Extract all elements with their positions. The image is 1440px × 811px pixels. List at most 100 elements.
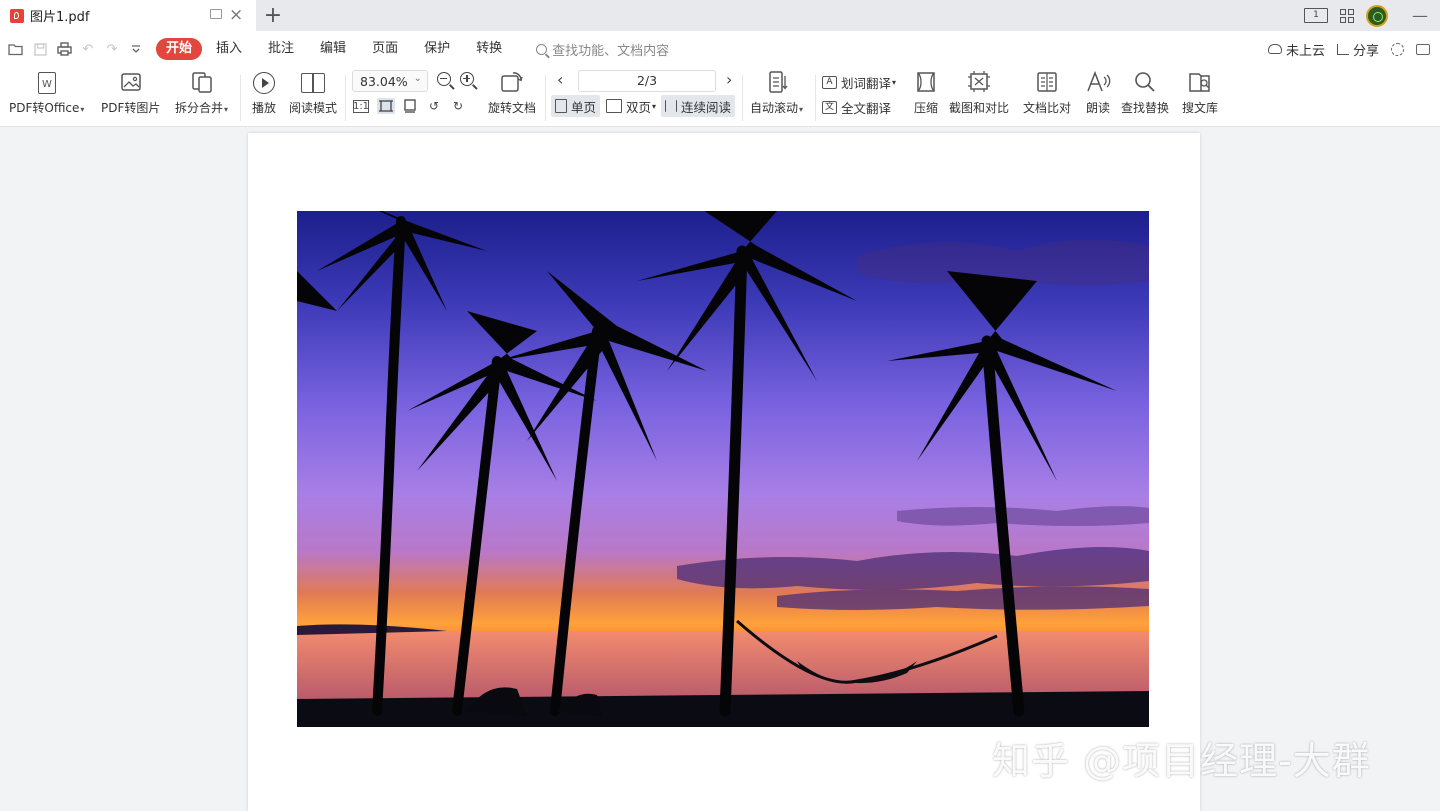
- search-library-button[interactable]: 搜文库: [1182, 70, 1218, 115]
- pdf-to-image-icon: [120, 71, 142, 96]
- menu-annotate[interactable]: 批注: [256, 38, 306, 60]
- double-page-icon: [606, 99, 622, 113]
- app-grid-icon[interactable]: [1340, 8, 1354, 23]
- read-mode-label: 阅读模式: [289, 101, 338, 115]
- share-label: 分享: [1352, 43, 1379, 59]
- pdf-to-office-icon: W: [37, 72, 56, 94]
- menu-edit[interactable]: 编辑: [308, 38, 358, 60]
- gear-icon: [1391, 42, 1404, 56]
- menu-page[interactable]: 页面: [360, 38, 410, 60]
- main-menu: 开始 插入 批注 编辑 页面 保护 转换: [156, 38, 516, 60]
- read-aloud-button[interactable]: 朗读: [1083, 70, 1113, 115]
- find-replace-button[interactable]: 查找替换: [1121, 70, 1169, 115]
- reading-layout-icon[interactable]: 1: [1304, 8, 1328, 23]
- document-tab[interactable]: 图片1.pdf ×: [0, 0, 256, 31]
- document-compare-button[interactable]: 文档比对: [1023, 70, 1071, 115]
- full-translate-icon: 文: [822, 101, 837, 114]
- feedback-button[interactable]: [1416, 43, 1430, 55]
- document-compare-icon: [1035, 70, 1059, 97]
- full-translate-button[interactable]: 文 全文翻译: [822, 98, 891, 117]
- split-merge-icon: [190, 70, 214, 97]
- fit-page-icon[interactable]: [377, 98, 395, 114]
- document-canvas[interactable]: [0, 127, 1440, 811]
- cloud-status-label: 未上云: [1285, 43, 1325, 59]
- message-icon: [1416, 43, 1430, 55]
- compress-label: 压缩: [913, 101, 938, 115]
- word-translate-icon: A: [822, 76, 837, 89]
- screenshot-compare-icon: [966, 70, 992, 97]
- share-button[interactable]: 分享: [1336, 40, 1379, 59]
- document-compare-label: 文档比对: [1023, 101, 1072, 115]
- page-number-input[interactable]: 2/3: [578, 70, 716, 92]
- customize-dropdown-icon[interactable]: [124, 38, 148, 60]
- cloud-icon: [1267, 44, 1282, 54]
- tab-title: 图片1.pdf: [30, 10, 90, 25]
- double-page-label: 双页: [626, 99, 652, 115]
- undo-icon[interactable]: ↶: [76, 38, 100, 60]
- magnifier-icon: [1133, 70, 1157, 97]
- redo-icon[interactable]: ↷: [100, 38, 124, 60]
- compress-icon: [915, 70, 937, 97]
- zoom-level-value: 83.04%: [360, 73, 408, 89]
- rotate-right-icon[interactable]: ↻: [449, 98, 467, 114]
- auto-scroll-button[interactable]: 自动滚动▾: [750, 70, 803, 117]
- play-button[interactable]: 播放: [249, 70, 279, 115]
- user-avatar[interactable]: [1366, 4, 1388, 27]
- full-translate-label: 全文翻译: [841, 101, 892, 116]
- actual-size-button[interactable]: 1:1: [353, 100, 369, 113]
- continuous-read-button[interactable]: 连续阅读: [661, 95, 736, 117]
- print-icon[interactable]: [52, 38, 76, 60]
- share-icon: [1336, 43, 1349, 55]
- reading-layout-badge: 1: [1313, 10, 1319, 20]
- compress-button[interactable]: 压缩: [911, 70, 941, 115]
- menu-insert[interactable]: 插入: [204, 38, 254, 60]
- read-mode-button[interactable]: 阅读模式: [289, 70, 337, 115]
- save-icon[interactable]: [28, 38, 52, 60]
- menu-bar: ↶ ↷ 开始 插入 批注 编辑 页面 保护 转换 查找功能、文档内容 未上云 分…: [0, 31, 1440, 67]
- double-page-button[interactable]: 双页 ▾: [602, 95, 660, 117]
- toolbar-divider: [815, 75, 816, 121]
- split-merge-label: 拆分合并: [175, 101, 224, 115]
- cloud-status-button[interactable]: 未上云: [1267, 40, 1325, 59]
- single-page-button[interactable]: 单页: [551, 95, 601, 117]
- screenshot-compare-label: 截图和对比: [949, 101, 1010, 115]
- pdf-to-office-button[interactable]: W PDF转Office▾: [9, 70, 84, 117]
- next-page-button[interactable]: ›: [726, 70, 732, 90]
- word-translate-button[interactable]: A 划词翻译 ▾: [822, 73, 896, 92]
- settings-button[interactable]: [1391, 42, 1404, 56]
- pdf-to-image-label: PDF转图片: [101, 101, 161, 115]
- minimize-button[interactable]: —: [1400, 6, 1440, 25]
- rotate-left-icon[interactable]: ↺: [425, 98, 443, 114]
- zoom-level-select[interactable]: 83.04% ⌄: [352, 70, 428, 92]
- rotate-document-icon: [499, 70, 525, 97]
- previous-page-button[interactable]: ‹: [557, 70, 563, 90]
- auto-scroll-label: 自动滚动: [750, 101, 799, 115]
- menu-convert[interactable]: 转换: [464, 38, 514, 60]
- rotate-document-button[interactable]: 旋转文档: [488, 70, 536, 115]
- zoom-out-icon[interactable]: [437, 72, 451, 86]
- split-merge-button[interactable]: 拆分合并▾: [175, 70, 228, 117]
- pdf-page: [248, 133, 1200, 811]
- menu-protect[interactable]: 保护: [412, 38, 462, 60]
- pdf-to-image-button[interactable]: PDF转图片: [101, 70, 160, 115]
- search-library-icon: [1187, 70, 1213, 97]
- pdf-to-office-label: PDF转Office: [9, 101, 80, 115]
- chevron-down-icon: ⌄: [413, 73, 422, 84]
- search-icon: [536, 43, 548, 55]
- pin-tab-icon[interactable]: [210, 9, 222, 19]
- rotate-document-label: 旋转文档: [488, 101, 537, 115]
- toolbar-divider: [345, 75, 346, 121]
- single-page-icon: [555, 99, 567, 113]
- screenshot-compare-button[interactable]: 截图和对比: [949, 70, 1009, 115]
- zoom-in-icon[interactable]: [460, 72, 474, 86]
- close-tab-icon[interactable]: ×: [229, 5, 243, 25]
- open-folder-icon[interactable]: [4, 38, 28, 60]
- title-bar: 图片1.pdf × + 1 —: [0, 0, 1440, 31]
- menu-start[interactable]: 开始: [156, 38, 203, 60]
- word-translate-label: 划词翻译: [841, 76, 892, 91]
- auto-scroll-icon: [766, 70, 788, 97]
- new-tab-button[interactable]: +: [258, 0, 288, 31]
- feature-search[interactable]: 查找功能、文档内容: [536, 40, 669, 59]
- zhihu-watermark: 知乎 @项目经理-大群: [992, 739, 1371, 783]
- fit-width-icon[interactable]: [401, 98, 419, 114]
